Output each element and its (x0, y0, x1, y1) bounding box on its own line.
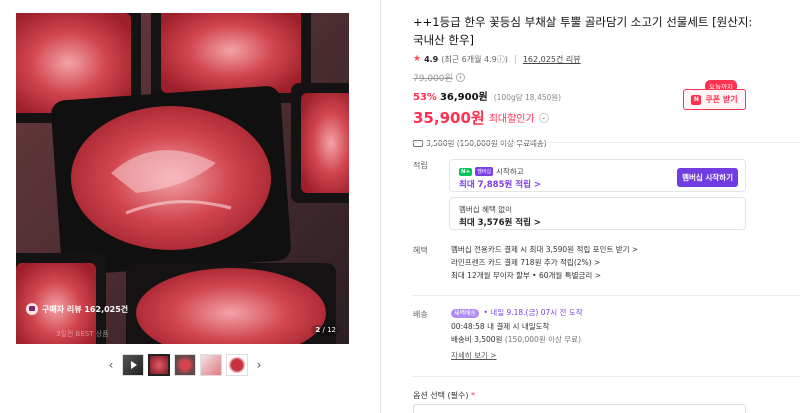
delivery-fee-line: 배송비 3,500원 (150,000원 이상 무료) (451, 333, 583, 346)
thumb-prev-arrow-icon[interactable]: ‹ (104, 356, 118, 374)
product-info: ++1등급 한우 꽃등심 부채살 투뿔 골라담기 소고기 선물세트 [원산지:국… (413, 13, 753, 149)
section-divider (413, 376, 800, 377)
membership-icon: 멤버십 (475, 167, 494, 176)
membership-max-points[interactable]: 최대 7,885원 적립 > (459, 178, 541, 190)
required-mark: * (471, 391, 476, 400)
option-select-dropdown[interactable] (413, 404, 746, 413)
thumbnail-1[interactable] (122, 354, 144, 376)
delivery-fee: 배송비 3,500원 (451, 335, 503, 344)
thumbnail-5[interactable] (226, 354, 248, 376)
section-divider (413, 295, 800, 296)
play-icon (131, 361, 137, 369)
original-price-row: 79,000원 i (413, 71, 753, 84)
price-info-icon[interactable]: i (455, 73, 465, 82)
points-label: 적립 (413, 161, 428, 170)
unit-price: (100g당 18,450원) (493, 93, 562, 102)
membership-start-text: 시작하고 (496, 167, 524, 176)
benefits-list: 멤버십 전용카드 결제 시 최대 3,590원 적립 포인트 받기 > 라인프렌… (451, 243, 638, 282)
naver-n-icon: N (691, 94, 702, 105)
rating-recent: (최근 6개월 4.9ⓘ) (441, 54, 508, 64)
thumbnail-strip: ‹ › (104, 354, 266, 376)
product-title: ++1등급 한우 꽃등심 부채살 투뿔 골라담기 소고기 선물세트 [원산지:국… (413, 15, 753, 47)
discount-percent: 53% (413, 92, 437, 103)
dawn-delivery-line: 새벽배송 • 내일 9.18.(금) 07시 전 도착 (451, 306, 583, 320)
review-icon (26, 303, 38, 315)
option-select-text: 옵션 선택 (필수) (413, 391, 469, 400)
chevron-down-icon[interactable]: ⌄ (538, 112, 549, 123)
rating-recent-text: (최근 6개월 4.9 (441, 54, 497, 64)
option-select-label: 옵션 선택 (필수) * (413, 390, 475, 401)
basic-point-box: 멤버십 혜택 없이 최대 3,576원 적립 > (449, 197, 746, 230)
info-icon[interactable]: ⓘ (497, 55, 505, 64)
coupon-button[interactable]: N 쿠폰 받기 (683, 89, 746, 110)
discount-price: 36,900원 (439, 92, 488, 103)
image-counter-current: 2 (315, 326, 321, 334)
dawn-delivery-badge: 새벽배송 (451, 309, 480, 318)
delivery-info: 새벽배송 • 내일 9.18.(금) 07시 전 도착 00:48:58 내 결… (451, 306, 583, 362)
benefit-installment[interactable]: 최대 12개월 무이자 할부 • 60개월 특별금리 > (451, 269, 638, 282)
product-main-image[interactable]: 구매자 리뷰 162,025건 3일전 BEST 상품 2 / 12 (16, 13, 349, 344)
rating-row: ★ 4.9 (최근 6개월 4.9ⓘ) 162,025건 리뷰 (413, 53, 753, 65)
best-price: 35,900원 (413, 109, 485, 127)
column-divider (380, 0, 381, 413)
delivery-countdown: 00:48:58 내 결제 시 내일도착 (451, 322, 550, 331)
thumbnail-3[interactable] (174, 354, 196, 376)
image-counter: 2 / 12 (311, 325, 340, 335)
no-membership-text: 멤버십 혜택 없이 (459, 205, 513, 214)
star-icon: ★ (413, 54, 422, 64)
review-count-link[interactable]: 162,025건 리뷰 (523, 54, 581, 65)
image-caption: 3일전 BEST 상품 (56, 330, 109, 338)
start-membership-button[interactable]: 멤버십 시작하기 (677, 168, 738, 187)
review-count-chip[interactable]: 구매자 리뷰 162,025건 (26, 303, 128, 315)
section-divider (413, 142, 800, 143)
thumbnail-4[interactable] (200, 354, 222, 376)
dawn-delivery-eta: • 내일 9.18.(금) 07시 전 도착 (483, 308, 583, 317)
membership-point-box: N+ 멤버십 시작하고 최대 7,885원 적립 > 멤버십 시작하기 (449, 159, 746, 192)
rating-separator (514, 54, 516, 64)
benefit-linefriends-card[interactable]: 라인프렌즈 카드 결제 718원 추가 적립(2%) > (451, 256, 638, 269)
shipping-note: 3,500원 (150,000원 이상 무료배송) (413, 138, 753, 149)
shipping-note-text: 3,500원 (150,000원 이상 무료배송) (426, 139, 547, 148)
thumb-next-arrow-icon[interactable]: › (252, 356, 266, 374)
npay-plus-icon: N+ (459, 167, 473, 176)
original-price: 79,000원 (413, 74, 453, 84)
delivery-more-link[interactable]: 자세히 보기 > (451, 351, 497, 360)
best-price-label: 최대할인가 (488, 114, 535, 125)
coupon-label: 쿠폰 받기 (705, 95, 738, 104)
review-chip-text: 구매자 리뷰 162,025건 (42, 304, 129, 314)
image-counter-total: / 12 (322, 326, 337, 334)
thumbnail-2[interactable] (148, 354, 170, 376)
benefits-label: 혜택 (413, 246, 428, 255)
membership-line: N+ 멤버십 시작하고 (459, 166, 524, 177)
delivery-fee-note: (150,000원 이상 무료) (504, 335, 581, 344)
delivery-label: 배송 (413, 310, 428, 319)
rating-score: 4.9 (424, 54, 439, 64)
best-price-row[interactable]: 35,900원 최대할인가 ⌄ (413, 107, 753, 128)
benefit-card-points[interactable]: 멤버십 전용카드 결제 시 최대 3,590원 적립 포인트 받기 > (451, 243, 638, 256)
basic-max-points[interactable]: 최대 3,576원 적립 > (459, 216, 541, 228)
